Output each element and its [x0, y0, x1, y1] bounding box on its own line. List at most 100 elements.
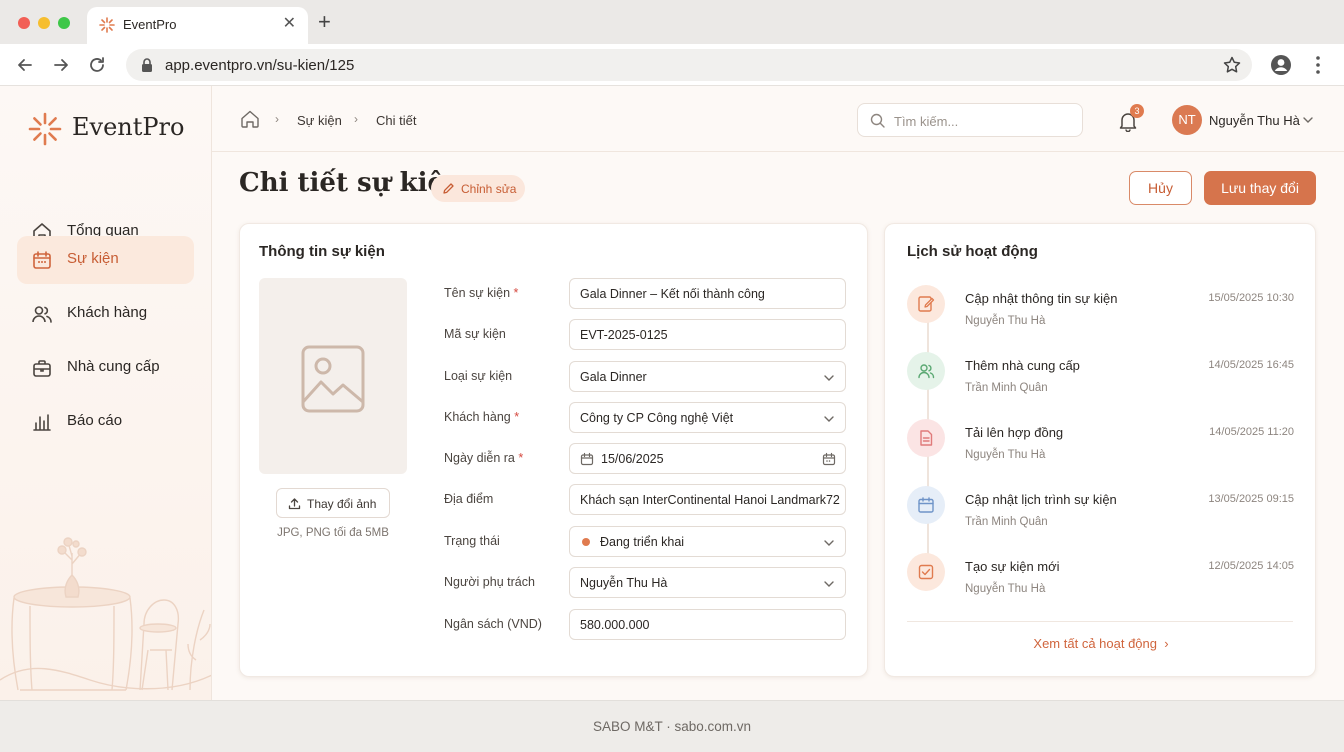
chevron-down-icon[interactable]	[1302, 114, 1314, 126]
activity-badge	[907, 352, 945, 390]
field-label-event-code: Mã sự kiện	[444, 327, 506, 341]
budget-value: 580.000.000	[580, 618, 650, 632]
field-label-date: Ngày diễn ra *	[444, 451, 524, 465]
activity-user: Nguyễn Thu Hà	[965, 583, 1046, 595]
tab-close-icon[interactable]: ✕	[283, 15, 296, 33]
breadcrumb-home-icon[interactable]	[240, 110, 260, 128]
sidebar-item-label: Sự kiện	[67, 250, 119, 267]
event-image-placeholder[interactable]	[259, 278, 407, 474]
event-code-input[interactable]: EVT-2025-0125	[569, 319, 846, 350]
activity-history-title: Lịch sử hoạt động	[907, 243, 1038, 260]
logo[interactable]: EventPro	[28, 110, 208, 146]
field-label-owner: Người phụ trách	[444, 575, 535, 589]
notification-badge: 3	[1130, 104, 1144, 118]
calendar-icon	[580, 452, 594, 466]
search-icon	[870, 113, 885, 128]
field-label-event-type: Loại sự kiện	[444, 369, 513, 383]
activity-title: Tải lên hợp đồng	[965, 425, 1064, 440]
activity-user: Nguyễn Thu Hà	[965, 315, 1046, 327]
calendar-icon	[33, 251, 51, 269]
window-minimize-button[interactable]	[38, 17, 50, 29]
back-arrow-icon[interactable]	[14, 54, 36, 76]
address-bar[interactable]: app.eventpro.vn/su-kien/125	[126, 49, 1252, 81]
browser-toolbar: app.eventpro.vn/su-kien/125	[0, 44, 1344, 86]
window-close-button[interactable]	[18, 17, 30, 29]
sidebar-item-events[interactable]: Sự kiện	[17, 236, 194, 284]
activity-history-card: Lịch sử hoạt động Cập nhật thông tin sự …	[884, 223, 1316, 677]
page-title: Chi tiết sự kiện	[239, 168, 463, 198]
user-name[interactable]: Nguyễn Thu Hà	[1209, 113, 1300, 128]
owner-select[interactable]: Nguyễn Thu Hà	[569, 567, 846, 598]
reload-icon[interactable]	[86, 54, 108, 76]
url-text: app.eventpro.vn/su-kien/125	[165, 57, 355, 74]
window-maximize-button[interactable]	[58, 17, 70, 29]
avatar[interactable]: NT	[1172, 105, 1202, 135]
breadcrumb-chevron-icon: ›	[354, 112, 358, 126]
status-select[interactable]: Đang triển khai	[569, 526, 846, 557]
chevron-down-icon	[824, 375, 834, 381]
top-bar: › Sự kiện › Chi tiết Tìm kiếm... 3 NT Ng…	[212, 86, 1344, 152]
activity-item[interactable]: Cập nhật lịch trình sự kiện Trần Minh Qu…	[885, 486, 1317, 546]
new-tab-icon[interactable]: +	[318, 10, 331, 34]
footer: SABO M&T · sabo.com.vn	[0, 700, 1344, 752]
chevron-down-icon	[824, 581, 834, 587]
sidebar-item-reports[interactable]: Báo cáo	[17, 398, 194, 446]
image-hint: JPG, PNG tối đa 5MB	[277, 527, 389, 539]
owner-value: Nguyễn Thu Hà	[580, 576, 668, 590]
app-root: EventPro Tổng quan Sự kiện Khách hàng Nh…	[0, 86, 1344, 700]
edit-button[interactable]: Chỉnh sửa	[431, 175, 525, 202]
venue-value: Khách sạn InterContinental Hanoi Landmar…	[580, 493, 840, 507]
field-label-customer: Khách hàng *	[444, 410, 520, 424]
save-button[interactable]: Lưu thay đổi	[1204, 171, 1316, 205]
search-placeholder: Tìm kiếm...	[894, 114, 959, 129]
profile-icon[interactable]	[1270, 54, 1292, 76]
breadcrumb-detail: Chi tiết	[376, 113, 417, 128]
activity-title: Cập nhật thông tin sự kiện	[965, 291, 1118, 306]
activity-item[interactable]: Cập nhật thông tin sự kiện Nguyễn Thu Hà…	[885, 285, 1317, 345]
bookmark-star-icon[interactable]	[1222, 55, 1242, 75]
users-icon	[918, 364, 935, 379]
document-icon	[920, 430, 933, 446]
search-input[interactable]: Tìm kiếm...	[857, 103, 1083, 137]
cancel-button[interactable]: Hủy	[1129, 171, 1192, 205]
event-date-picker[interactable]: 15/06/2025	[569, 443, 846, 474]
status-dot-icon	[582, 538, 590, 546]
activity-item[interactable]: Tạo sự kiện mới Nguyễn Thu Hà 12/05/2025…	[885, 553, 1317, 613]
briefcase-icon	[33, 360, 51, 377]
activity-item[interactable]: Tải lên hợp đồng Nguyễn Thu Hà 14/05/202…	[885, 419, 1317, 479]
activity-item[interactable]: Thêm nhà cung cấp Trần Minh Quân 14/05/2…	[885, 352, 1317, 412]
chevron-down-icon	[824, 540, 834, 546]
sidebar-item-customers[interactable]: Khách hàng	[17, 290, 194, 338]
activity-title: Thêm nhà cung cấp	[965, 358, 1080, 373]
activity-time: 13/05/2025 09:15	[1208, 493, 1294, 505]
sidebar-item-suppliers[interactable]: Nhà cung cấp	[17, 344, 194, 392]
calendar-picker-icon[interactable]	[822, 452, 836, 466]
activity-badge	[907, 285, 945, 323]
change-image-button[interactable]: Thay đổi ảnh	[276, 488, 390, 518]
event-name-input[interactable]: Gala Dinner – Kết nối thành công	[569, 278, 846, 309]
breadcrumb-events[interactable]: Sự kiện	[297, 113, 342, 128]
activity-user: Nguyễn Thu Hà	[965, 449, 1046, 461]
upload-icon	[288, 498, 301, 510]
see-all-activity-link[interactable]: Xem tất cả hoạt động ›	[885, 636, 1317, 651]
users-icon	[32, 306, 52, 323]
field-label-venue: Địa điểm	[444, 492, 494, 506]
event-type-select[interactable]: Gala Dinner	[569, 361, 846, 392]
sidebar-item-label: Khách hàng	[67, 304, 148, 321]
chevron-right-icon: ›	[1160, 636, 1169, 651]
bar-chart-icon	[33, 414, 51, 431]
forward-arrow-icon[interactable]	[50, 54, 72, 76]
dining-table-illustration-icon	[0, 537, 211, 691]
more-vertical-icon[interactable]	[1308, 54, 1328, 76]
budget-input[interactable]: 580.000.000	[569, 609, 846, 640]
browser-tab[interactable]: EventPro ✕	[87, 7, 308, 44]
venue-input[interactable]: Khách sạn InterContinental Hanoi Landmar…	[569, 484, 846, 515]
field-label-budget: Ngân sách (VND)	[444, 617, 542, 631]
customer-select[interactable]: Công ty CP Công nghệ Việt	[569, 402, 846, 433]
field-label-event-name: Tên sự kiện *	[444, 286, 519, 300]
activity-user: Trần Minh Quân	[965, 516, 1048, 528]
edit-note-icon	[918, 296, 935, 312]
browser-tab-title: EventPro	[123, 17, 177, 32]
pencil-icon	[443, 183, 454, 194]
eventpro-favicon-icon	[99, 17, 115, 33]
